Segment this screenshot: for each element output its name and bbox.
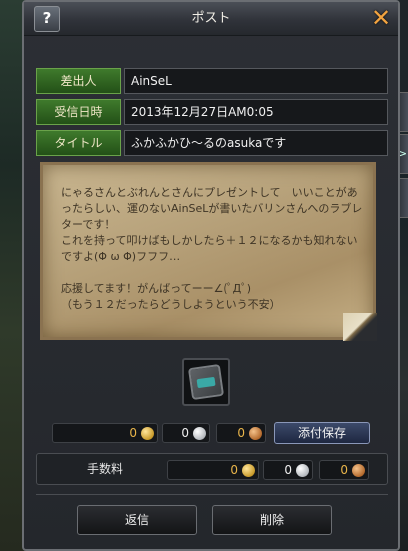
attach-gold-value: 0 [129, 426, 137, 440]
attachment-slot[interactable] [182, 358, 230, 406]
silver-coin-icon [296, 464, 309, 477]
title-value: ふかふかひ～るのasukaです [124, 130, 388, 156]
sender-row: 差出人 AinSeL [36, 68, 388, 94]
received-date-label: 受信日時 [36, 99, 121, 125]
attach-bronze-value: 0 [237, 426, 245, 440]
bronze-coin-icon [249, 427, 262, 440]
title-label: タイトル [36, 130, 121, 156]
bronze-coin-icon [352, 464, 365, 477]
delete-button[interactable]: 削除 [212, 505, 332, 535]
title-row: タイトル ふかふかひ～るのasukaです [36, 130, 388, 156]
gold-coin-icon [141, 427, 154, 440]
gold-coin-icon [242, 464, 255, 477]
fee-silver-value: 0 [284, 463, 292, 477]
letter-body: にゃるさんとぶれんとさんにプレゼントして いいことがあったらしい、運のないAin… [61, 186, 363, 311]
page-curl [343, 313, 377, 341]
fee-label: 手数料 [87, 462, 124, 476]
reply-button[interactable]: 返信 [77, 505, 197, 535]
close-icon[interactable]: ✕ [370, 6, 392, 30]
received-date-value: 2013年12月27日AM0:05 [124, 99, 388, 125]
attach-silver-value: 0 [181, 426, 189, 440]
fee-panel: 手数料 0 0 0 [36, 453, 388, 485]
sender-value: AinSeL [124, 68, 388, 94]
attach-gold-field: 0 [52, 423, 158, 443]
attach-silver-field: 0 [162, 423, 210, 443]
attach-bronze-field: 0 [216, 423, 266, 443]
received-date-row: 受信日時 2013年12月27日AM0:05 [36, 99, 388, 125]
fee-silver-field: 0 [263, 460, 313, 480]
scroll-item-icon [187, 363, 225, 401]
fee-bronze-value: 0 [340, 463, 348, 477]
silver-coin-icon [193, 427, 206, 440]
window-title: ポスト [191, 11, 231, 26]
fee-bronze-field: 0 [319, 460, 369, 480]
save-attachment-button[interactable]: 添付保存 [274, 422, 370, 444]
titlebar: ? ポスト ✕ [24, 2, 398, 36]
post-window: ? ポスト ✕ 差出人 AinSeL 受信日時 2013年12月27日AM0:0… [22, 0, 400, 551]
letter-parchment: にゃるさんとぶれんとさんにプレゼントして いいことがあったらしい、運のないAin… [40, 162, 377, 341]
fee-gold-field: 0 [167, 460, 259, 480]
sender-label: 差出人 [36, 68, 121, 94]
divider [36, 494, 388, 495]
fee-gold-value: 0 [230, 463, 238, 477]
